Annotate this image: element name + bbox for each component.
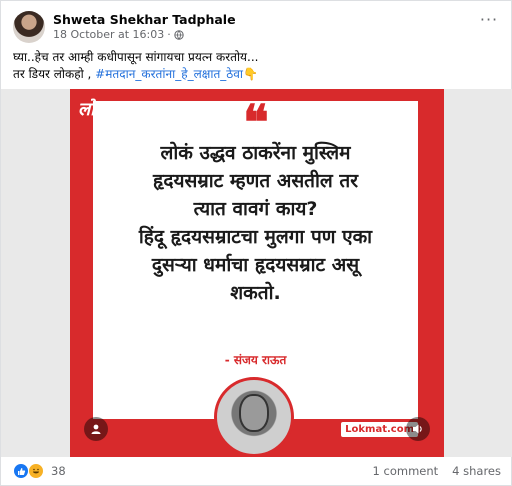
- post-meta: 18 October at 16:03 ·: [53, 28, 184, 41]
- author-avatar[interactable]: [13, 11, 45, 43]
- hashtag-link[interactable]: #मतदान_करतांना_हे_लक्षात_ठेवा: [95, 67, 243, 81]
- quote-text: लोकं उद्धव ठाकरेंना मुस्लिम हृदयसम्राट म…: [103, 139, 408, 307]
- quote-line: हृदयसम्राट म्हणत असतील तर: [152, 170, 359, 192]
- quote-line: हिंदू हृदयसम्राटचा मुलगा पण एका: [138, 226, 373, 248]
- author-name[interactable]: Shweta Shekhar Tadphale: [53, 12, 236, 27]
- post-text-line2: तर डियर लोकहो , #मतदान_करतांना_हे_लक्षात…: [13, 66, 501, 83]
- reactions-summary[interactable]: 38: [13, 463, 66, 479]
- post-text-line1: घ्या..हेच तर आम्ही कधीपासून सांगायचा प्र…: [13, 50, 259, 64]
- portrait-face: [239, 394, 269, 432]
- pointing-down-emoji: 👇: [243, 67, 258, 81]
- speaker-portrait: [214, 377, 294, 457]
- engagement-stats: 1 comment 4 shares: [373, 464, 501, 478]
- quote-line: लोकं उद्धव ठाकरेंना मुस्लिम: [160, 142, 351, 164]
- person-icon: [91, 424, 101, 434]
- profile-tag-button[interactable]: [84, 417, 108, 441]
- post-footer: 38 1 comment 4 shares: [13, 463, 501, 481]
- quote-attribution: - संजय राऊत: [224, 353, 287, 367]
- comments-link[interactable]: 1 comment: [373, 464, 439, 478]
- like-reaction-icon: [13, 463, 29, 479]
- globe-icon: [174, 29, 184, 40]
- speaker-icon: [413, 424, 422, 434]
- quote-image: लोकमत ❝ लोकं उद्धव ठाकरेंना मुस्लिम हृदय…: [70, 89, 444, 457]
- post-text: घ्या..हेच तर आम्ही कधीपासून सांगायचा प्र…: [13, 49, 501, 83]
- volume-button[interactable]: [406, 417, 430, 441]
- post-header: Shweta Shekhar Tadphale 18 October at 16…: [13, 11, 501, 43]
- haha-reaction-icon: [28, 463, 44, 479]
- post-media[interactable]: लोकमत ❝ लोकं उद्धव ठाकरेंना मुस्लिम हृदय…: [1, 89, 512, 457]
- more-options-button[interactable]: ···: [477, 12, 501, 33]
- quote-marks-icon: ❝: [243, 95, 269, 151]
- post-timestamp[interactable]: 18 October at 16:03: [53, 28, 164, 41]
- quote-line: शकतो.: [230, 282, 281, 304]
- quote-line: दुसऱ्या धर्माचा हृदयसम्राट असू: [151, 254, 360, 276]
- meta-separator: ·: [167, 28, 171, 41]
- post-text-prefix: तर डियर लोकहो ,: [13, 67, 96, 81]
- quote-line: त्यात वावगं काय?: [193, 198, 318, 220]
- quote-panel: ❝ लोकं उद्धव ठाकरेंना मुस्लिम हृदयसम्राट…: [93, 95, 418, 419]
- post-card: Shweta Shekhar Tadphale 18 October at 16…: [0, 0, 512, 486]
- reaction-count: 38: [51, 464, 66, 478]
- shares-link[interactable]: 4 shares: [452, 464, 501, 478]
